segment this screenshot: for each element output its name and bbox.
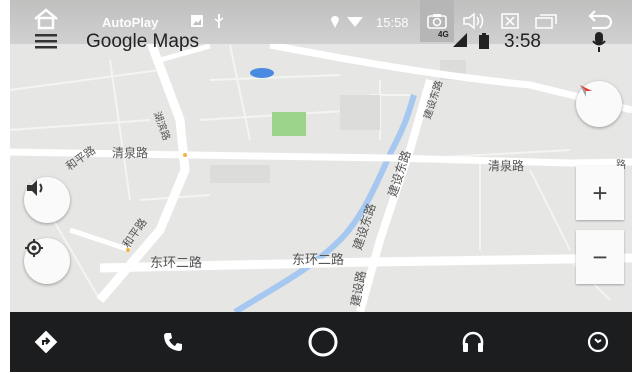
signal-icon [452, 32, 468, 48]
battery-icon [478, 32, 490, 50]
close-box-icon [501, 13, 519, 29]
compass-icon [580, 85, 592, 97]
wifi-icon [346, 12, 364, 30]
usb-icon [212, 13, 226, 29]
volume-icon [463, 12, 484, 30]
volume-button[interactable] [462, 10, 486, 32]
river [233, 94, 417, 312]
nav-button-home[interactable] [293, 312, 353, 372]
mute-button[interactable] [24, 177, 70, 223]
voice-button[interactable] [588, 30, 610, 54]
navigation-icon [34, 330, 58, 354]
android-auto-screen: 清泉路 清泉路 东环二路 东环二路 建设东路 建设东路 建设路 建设东路 和平路… [10, 0, 632, 372]
page-title: Google Maps [86, 31, 200, 52]
speaker-icon [27, 180, 43, 196]
road-label: 清泉路 [488, 159, 525, 173]
nav-button-phone[interactable] [143, 312, 203, 372]
home-icon [34, 8, 58, 30]
road-label: 东环二路 [150, 255, 203, 270]
nav-button-media[interactable] [443, 312, 503, 372]
my-location-icon [25, 239, 43, 257]
microphone-icon [592, 32, 606, 52]
headphones-icon [462, 331, 484, 352]
notification-icon [587, 331, 609, 353]
camera-button[interactable] [420, 0, 454, 42]
close-app-button[interactable] [498, 10, 522, 32]
zoom-in-button[interactable]: + [576, 166, 624, 220]
status-time: 15:58 [376, 15, 409, 30]
menu-icon [35, 34, 57, 49]
zoom-out-button[interactable]: − [576, 230, 624, 284]
home-button[interactable] [30, 6, 62, 32]
nav-button-navigation[interactable] [16, 312, 76, 372]
location-icon [328, 12, 342, 30]
nav-button-overview[interactable] [568, 312, 628, 372]
back-icon [588, 10, 613, 30]
recent-apps-button[interactable] [532, 10, 560, 32]
park-area [272, 112, 306, 136]
app-name: AutoPlay [102, 15, 159, 30]
camera-icon [427, 14, 447, 29]
compass-button[interactable] [576, 81, 622, 127]
windows-icon [535, 14, 557, 29]
image-icon [190, 14, 204, 28]
pond [250, 68, 274, 78]
main-roads [10, 38, 632, 312]
home-circle-icon [308, 327, 338, 357]
phone-icon [164, 333, 182, 351]
road-label: 东环二路 [292, 252, 345, 267]
road-label: 清泉路 [112, 146, 149, 160]
recenter-button[interactable] [24, 238, 70, 284]
network-label: 4G [438, 30, 449, 39]
menu-button[interactable] [32, 30, 60, 52]
back-button[interactable] [584, 8, 616, 32]
header-time: 3:58 [504, 31, 541, 52]
bottom-nav-bar [10, 312, 632, 372]
